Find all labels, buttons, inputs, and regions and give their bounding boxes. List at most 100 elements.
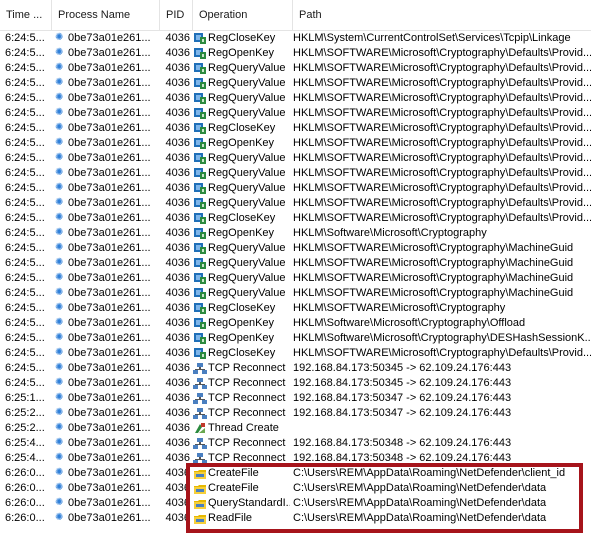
process-name-text: 0be73a01e261...: [68, 302, 151, 314]
process-name-text: 0be73a01e261...: [68, 197, 151, 209]
operation-cell: RegQueryValue: [193, 61, 290, 76]
process-gear-icon: ✺: [55, 227, 64, 238]
process-name-cell: ✺ 0be73a01e261...: [52, 136, 160, 151]
process-name-text: 0be73a01e261...: [68, 257, 151, 269]
process-gear-icon: ✺: [55, 77, 64, 88]
process-name-cell: ✺ 0be73a01e261...: [52, 421, 160, 436]
table-row[interactable]: 6:24:5... ✺ 0be73a01e261... 4036 RegQueryVal…: [0, 181, 591, 196]
process-name-text: 0be73a01e261...: [68, 287, 151, 299]
table-row[interactable]: 6:25:4... ✺ 0be73a01e261... 4036 TCP Reconne…: [0, 436, 591, 451]
process-gear-icon: ✺: [55, 482, 64, 493]
network-icon: [193, 452, 207, 465]
registry-icon: [193, 212, 207, 225]
table-row[interactable]: 6:24:5... ✺ 0be73a01e261... 4036 RegCloseKey…: [0, 121, 591, 136]
process-gear-icon: ✺: [55, 362, 64, 373]
pid-cell: 4036: [165, 107, 190, 119]
table-row[interactable]: 6:24:5... ✺ 0be73a01e261... 4036 RegQueryVal…: [0, 166, 591, 181]
operation-cell: RegQueryValue: [193, 196, 290, 211]
table-row[interactable]: 6:24:5... ✺ 0be73a01e261... 4036 RegQueryVal…: [0, 151, 591, 166]
table-row[interactable]: 6:24:5... ✺ 0be73a01e261... 4036 RegCloseKey…: [0, 211, 591, 226]
operation-cell: RegQueryValue: [193, 181, 290, 196]
column-header-time[interactable]: Time ...: [0, 0, 52, 30]
process-name-cell: ✺ 0be73a01e261...: [52, 301, 160, 316]
time-cell: 6:24:5...: [5, 62, 45, 74]
operation-cell: CreateFile: [193, 481, 290, 496]
process-name-cell: ✺ 0be73a01e261...: [52, 376, 160, 391]
table-row[interactable]: 6:24:5... ✺ 0be73a01e261... 4036 RegQueryVal…: [0, 106, 591, 121]
pid-cell: 4036: [165, 77, 190, 89]
pid-cell: 4036: [165, 332, 190, 344]
table-row[interactable]: 6:26:0... ✺ 0be73a01e261... 4036 QueryStanda…: [0, 496, 591, 511]
operation-cell: RegQueryValue: [193, 271, 290, 286]
registry-icon: [193, 347, 207, 360]
registry-icon: [193, 227, 207, 240]
operation-cell: RegCloseKey: [193, 346, 290, 361]
process-name-cell: ✺ 0be73a01e261...: [52, 61, 160, 76]
table-row[interactable]: 6:24:5... ✺ 0be73a01e261... 4036 RegOpenKey H…: [0, 316, 591, 331]
pid-cell: 4036: [165, 422, 190, 434]
table-row[interactable]: 6:24:5... ✺ 0be73a01e261... 4036 RegCloseKey…: [0, 346, 591, 361]
table-row[interactable]: 6:26:0... ✺ 0be73a01e261... 4036 CreateFile C…: [0, 481, 591, 496]
operation-text: RegCloseKey: [208, 32, 276, 44]
table-row[interactable]: 6:24:5... ✺ 0be73a01e261... 4036 RegQueryVal…: [0, 241, 591, 256]
process-name-cell: ✺ 0be73a01e261...: [52, 166, 160, 181]
time-cell: 6:25:2...: [5, 407, 45, 419]
process-name-cell: ✺ 0be73a01e261...: [52, 331, 160, 346]
table-row[interactable]: 6:24:5... ✺ 0be73a01e261... 4036 RegOpenKey H…: [0, 226, 591, 241]
pid-cell: 4036: [165, 407, 190, 419]
table-row[interactable]: 6:24:5... ✺ 0be73a01e261... 4036 RegQueryVal…: [0, 286, 591, 301]
time-cell: 6:24:5...: [5, 47, 45, 59]
operation-cell: TCP Reconnect: [193, 436, 290, 451]
table-row[interactable]: 6:24:5... ✺ 0be73a01e261... 4036 RegOpenKey H…: [0, 46, 591, 61]
process-name-cell: ✺ 0be73a01e261...: [52, 106, 160, 121]
time-cell: 6:24:5...: [5, 77, 45, 89]
registry-icon: [193, 167, 207, 180]
registry-icon: [193, 122, 207, 135]
table-row[interactable]: 6:24:5... ✺ 0be73a01e261... 4036 RegQueryVal…: [0, 76, 591, 91]
table-row[interactable]: 6:24:5... ✺ 0be73a01e261... 4036 RegQueryVal…: [0, 256, 591, 271]
operation-text: CreateFile: [208, 467, 259, 479]
table-row[interactable]: 6:24:5... ✺ 0be73a01e261... 4036 RegOpenKey H…: [0, 136, 591, 151]
column-header-operation[interactable]: Operation: [193, 0, 293, 30]
registry-icon: [193, 257, 207, 270]
table-row[interactable]: 6:25:2... ✺ 0be73a01e261... 4036 Thread Crea…: [0, 421, 591, 436]
table-row[interactable]: 6:25:1... ✺ 0be73a01e261... 4036 TCP Reconne…: [0, 391, 591, 406]
column-header-row: Time ... Process Name PID Operation Path: [0, 0, 591, 31]
operation-text: RegQueryValue: [208, 92, 286, 104]
column-header-path[interactable]: Path: [293, 0, 591, 30]
table-row[interactable]: 6:26:0... ✺ 0be73a01e261... 4036 CreateFile C…: [0, 466, 591, 481]
process-gear-icon: ✺: [55, 197, 64, 208]
table-row[interactable]: 6:24:5... ✺ 0be73a01e261... 4036 TCP Reconne…: [0, 376, 591, 391]
operation-cell: RegQueryValue: [193, 91, 290, 106]
path-cell: C:\Users\REM\AppData\Roaming\NetDefender…: [293, 482, 547, 494]
process-name-text: 0be73a01e261...: [68, 77, 151, 89]
process-gear-icon: ✺: [55, 257, 64, 268]
path-cell: 192.168.84.173:50348 -> 62.109.24.176:44…: [293, 437, 512, 449]
process-name-text: 0be73a01e261...: [68, 512, 151, 524]
process-gear-icon: ✺: [55, 92, 64, 103]
time-cell: 6:24:5...: [5, 137, 45, 149]
column-header-pid[interactable]: PID: [160, 0, 193, 30]
table-row[interactable]: 6:25:2... ✺ 0be73a01e261... 4036 TCP Reconne…: [0, 406, 591, 421]
table-row[interactable]: 6:24:5... ✺ 0be73a01e261... 4036 RegQueryVal…: [0, 61, 591, 76]
table-row[interactable]: 6:24:5... ✺ 0be73a01e261... 4036 RegCloseKey…: [0, 301, 591, 316]
column-header-process-name[interactable]: Process Name: [52, 0, 160, 30]
process-gear-icon: ✺: [55, 107, 64, 118]
time-cell: 6:24:5...: [5, 257, 45, 269]
time-cell: 6:24:5...: [5, 92, 45, 104]
table-row[interactable]: 6:24:5... ✺ 0be73a01e261... 4036 RegQueryVal…: [0, 196, 591, 211]
table-row[interactable]: 6:24:5... ✺ 0be73a01e261... 4036 TCP Reconne…: [0, 361, 591, 376]
table-row[interactable]: 6:24:5... ✺ 0be73a01e261... 4036 RegQueryVal…: [0, 271, 591, 286]
operation-cell: RegQueryValue: [193, 151, 290, 166]
table-row[interactable]: 6:24:5... ✺ 0be73a01e261... 4036 RegQueryVal…: [0, 91, 591, 106]
operation-text: QueryStandardI...: [208, 497, 290, 509]
table-row[interactable]: 6:25:4... ✺ 0be73a01e261... 4036 TCP Reconne…: [0, 451, 591, 466]
table-row[interactable]: 6:26:0... ✺ 0be73a01e261... 4036 ReadFile C:\…: [0, 511, 591, 526]
table-row[interactable]: 6:24:5... ✺ 0be73a01e261... 4036 RegOpenKey H…: [0, 331, 591, 346]
operation-cell: QueryStandardI...: [193, 496, 290, 511]
path-cell: HKLM\SOFTWARE\Microsoft\Cryptography\Def…: [293, 137, 591, 149]
process-name-text: 0be73a01e261...: [68, 392, 151, 404]
table-row[interactable]: 6:24:5... ✺ 0be73a01e261... 4036 RegCloseKey…: [0, 31, 591, 46]
process-gear-icon: ✺: [55, 347, 64, 358]
process-gear-icon: ✺: [55, 32, 64, 43]
